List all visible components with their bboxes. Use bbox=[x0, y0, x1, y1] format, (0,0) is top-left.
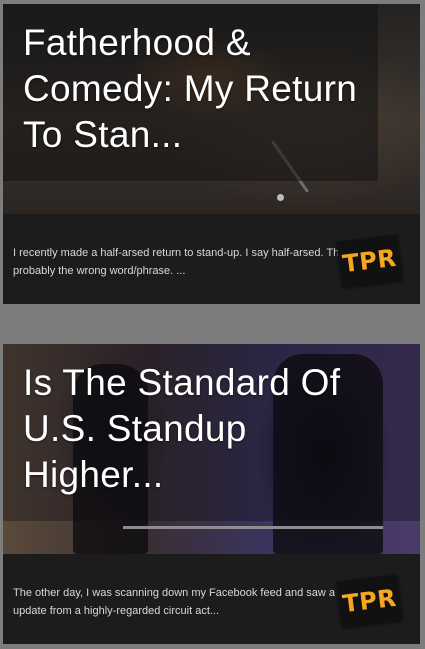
post-title[interactable]: Is The Standard Of U.S. Standup Higher..… bbox=[23, 360, 383, 498]
tpr-logo-badge: TPR bbox=[336, 574, 403, 628]
tpr-logo-badge: TPR bbox=[336, 234, 403, 288]
post-card[interactable]: Fatherhood & Comedy: My Return To Stan..… bbox=[3, 4, 420, 304]
post-excerpt: The other day, I was scanning down my Fa… bbox=[13, 587, 368, 617]
microphone-icon bbox=[277, 194, 284, 201]
post-excerpt: I recently made a half-arsed return to s… bbox=[13, 247, 357, 277]
tpr-logo-text: TPR bbox=[341, 243, 398, 279]
post-excerpt-bar: I recently made a half-arsed return to s… bbox=[3, 214, 420, 304]
stage-railing bbox=[123, 526, 383, 529]
post-title[interactable]: Fatherhood & Comedy: My Return To Stan..… bbox=[23, 20, 383, 158]
post-thumbnail[interactable]: Is The Standard Of U.S. Standup Higher..… bbox=[3, 344, 420, 554]
post-card[interactable]: Is The Standard Of U.S. Standup Higher..… bbox=[3, 344, 420, 644]
post-excerpt-bar: The other day, I was scanning down my Fa… bbox=[3, 554, 420, 644]
tpr-logo-text: TPR bbox=[341, 583, 398, 619]
post-thumbnail[interactable]: Fatherhood & Comedy: My Return To Stan..… bbox=[3, 4, 420, 214]
